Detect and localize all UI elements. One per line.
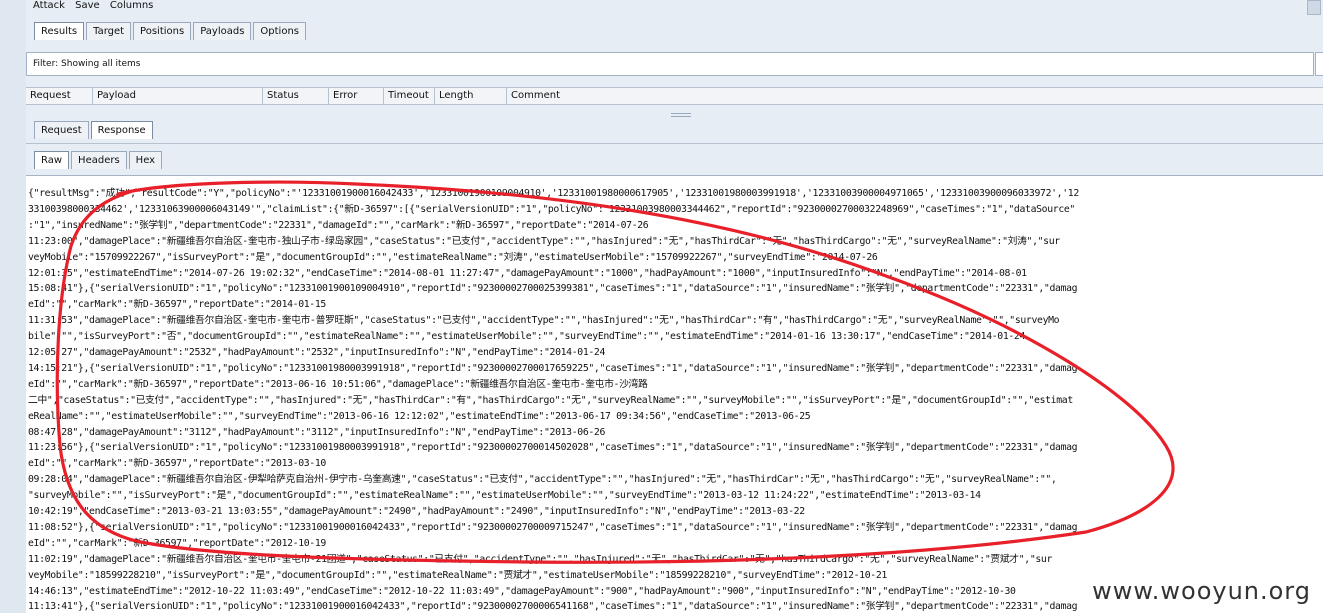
tab-request[interactable]: Request [34, 121, 89, 139]
response-line: 11:23:56"},{"serialVersionUID":"1","poli… [28, 442, 1078, 454]
tab-headers[interactable]: Headers [71, 151, 127, 169]
menu-columns[interactable]: Columns [110, 0, 154, 12]
tab-options[interactable]: Options [253, 22, 307, 40]
scroll-button[interactable] [1307, 0, 1321, 15]
response-line: eId":"","carMark":"新D-36597","reportDate… [28, 537, 326, 549]
col-request[interactable]: Request [26, 88, 93, 104]
response-line: eRealName":"","estimateUserMobile":"","s… [28, 410, 811, 422]
response-line: "surveyMobile":"","isSurveyPort":"是","do… [28, 490, 981, 502]
response-line: 09:28:04","damagePlace":"新疆维吾尔自治区-伊犁哈萨克自… [28, 474, 1057, 486]
intruder-results-window: Attack Save Columns Results Target Posit… [26, 0, 1323, 613]
tab-response[interactable]: Response [90, 121, 153, 139]
menu-bar: Attack Save Columns [26, 0, 1323, 15]
response-line: 33100398000334462','12331063900006043149… [28, 203, 1075, 215]
col-error[interactable]: Error [329, 88, 384, 104]
response-line: bile":"","isSurveyPort":"否","documentGro… [28, 331, 1026, 343]
response-line: 10:42:19","endCaseTime":"2013-03-21 13:0… [28, 506, 805, 517]
response-line: veyMobile":"15709922267","isSurveyPort":… [28, 251, 878, 263]
menu-attack[interactable]: Attack [33, 0, 65, 12]
response-line: 11:08:52"},{"serialVersionUID":"1","poli… [28, 521, 1078, 533]
response-line: eId":"","carMark":"新D-36597","reportDate… [28, 458, 326, 470]
response-line: 二中","caseStatus":"已支付","accidentType":""… [28, 394, 1073, 406]
response-line: {"resultMsg":"成功","resultCode":"Y","poli… [28, 188, 1079, 199]
col-comment[interactable]: Comment [507, 88, 1323, 104]
response-line: 12:01:35","estimateEndTime":"2014-07-26 … [28, 267, 1027, 279]
response-line: veyMobile":"18599228210","isSurveyPort":… [28, 569, 887, 581]
filter-edge [1315, 52, 1323, 76]
raw-response-view[interactable]: {"resultMsg":"成功","resultCode":"Y","poli… [26, 175, 1323, 613]
results-table-header: Request Payload Status Error Timeout Len… [26, 87, 1323, 105]
response-line: 15:08:41"},{"serialVersionUID":"1","poli… [28, 283, 1078, 295]
response-line: eId":"","carMark":"新D-36597","reportDate… [28, 299, 326, 311]
response-line: 11:02:19","damagePlace":"新疆维吾尔自治区-奎屯市-奎屯… [28, 553, 1053, 565]
split-pane-divider[interactable] [671, 113, 691, 117]
response-line: 11:31:53","damagePlace":"新疆维吾尔自治区-奎屯市-奎屯… [28, 315, 1060, 327]
format-tabs: Raw Headers Hex [34, 151, 164, 169]
tab-raw[interactable]: Raw [34, 151, 70, 169]
response-line: 11:13:41"},{"serialVersionUID":"1","poli… [28, 601, 1078, 613]
col-length[interactable]: Length [435, 88, 507, 104]
response-line: 14:15:21"},{"serialVersionUID":"1","poli… [28, 362, 1078, 374]
response-line: 08:47:28","damagePayAmount":"3112","hadP… [28, 426, 606, 438]
tab-payloads[interactable]: Payloads [193, 22, 252, 40]
filter-bar[interactable]: Filter: Showing all items [26, 52, 1314, 76]
tab-results[interactable]: Results [34, 22, 85, 40]
response-line: :"1","insuredName":"张学钊","departmentCode… [28, 219, 649, 231]
tab-target[interactable]: Target [86, 22, 132, 40]
top-tab-bar: Results Target Positions Payloads Option… [34, 22, 308, 40]
col-timeout[interactable]: Timeout [384, 88, 435, 104]
response-line: 14:46:13","estimateEndTime":"2012-10-22 … [28, 585, 1016, 597]
divider [26, 143, 1323, 144]
response-line: 12:05:27","damagePayAmount":"2532","hadP… [28, 347, 606, 358]
tab-hex[interactable]: Hex [128, 151, 163, 169]
tab-positions[interactable]: Positions [133, 22, 192, 40]
menu-save[interactable]: Save [75, 0, 100, 12]
request-response-tabs: Request Response [34, 121, 155, 139]
col-payload[interactable]: Payload [93, 88, 263, 104]
watermark: www.wooyun.org [1092, 577, 1311, 605]
response-line: eId":"","carMark":"新D-36597","reportDate… [28, 378, 648, 390]
col-status[interactable]: Status [263, 88, 329, 104]
response-line: 11:23:00","damagePlace":"新疆维吾尔自治区-奎屯市-独山… [28, 235, 1060, 247]
